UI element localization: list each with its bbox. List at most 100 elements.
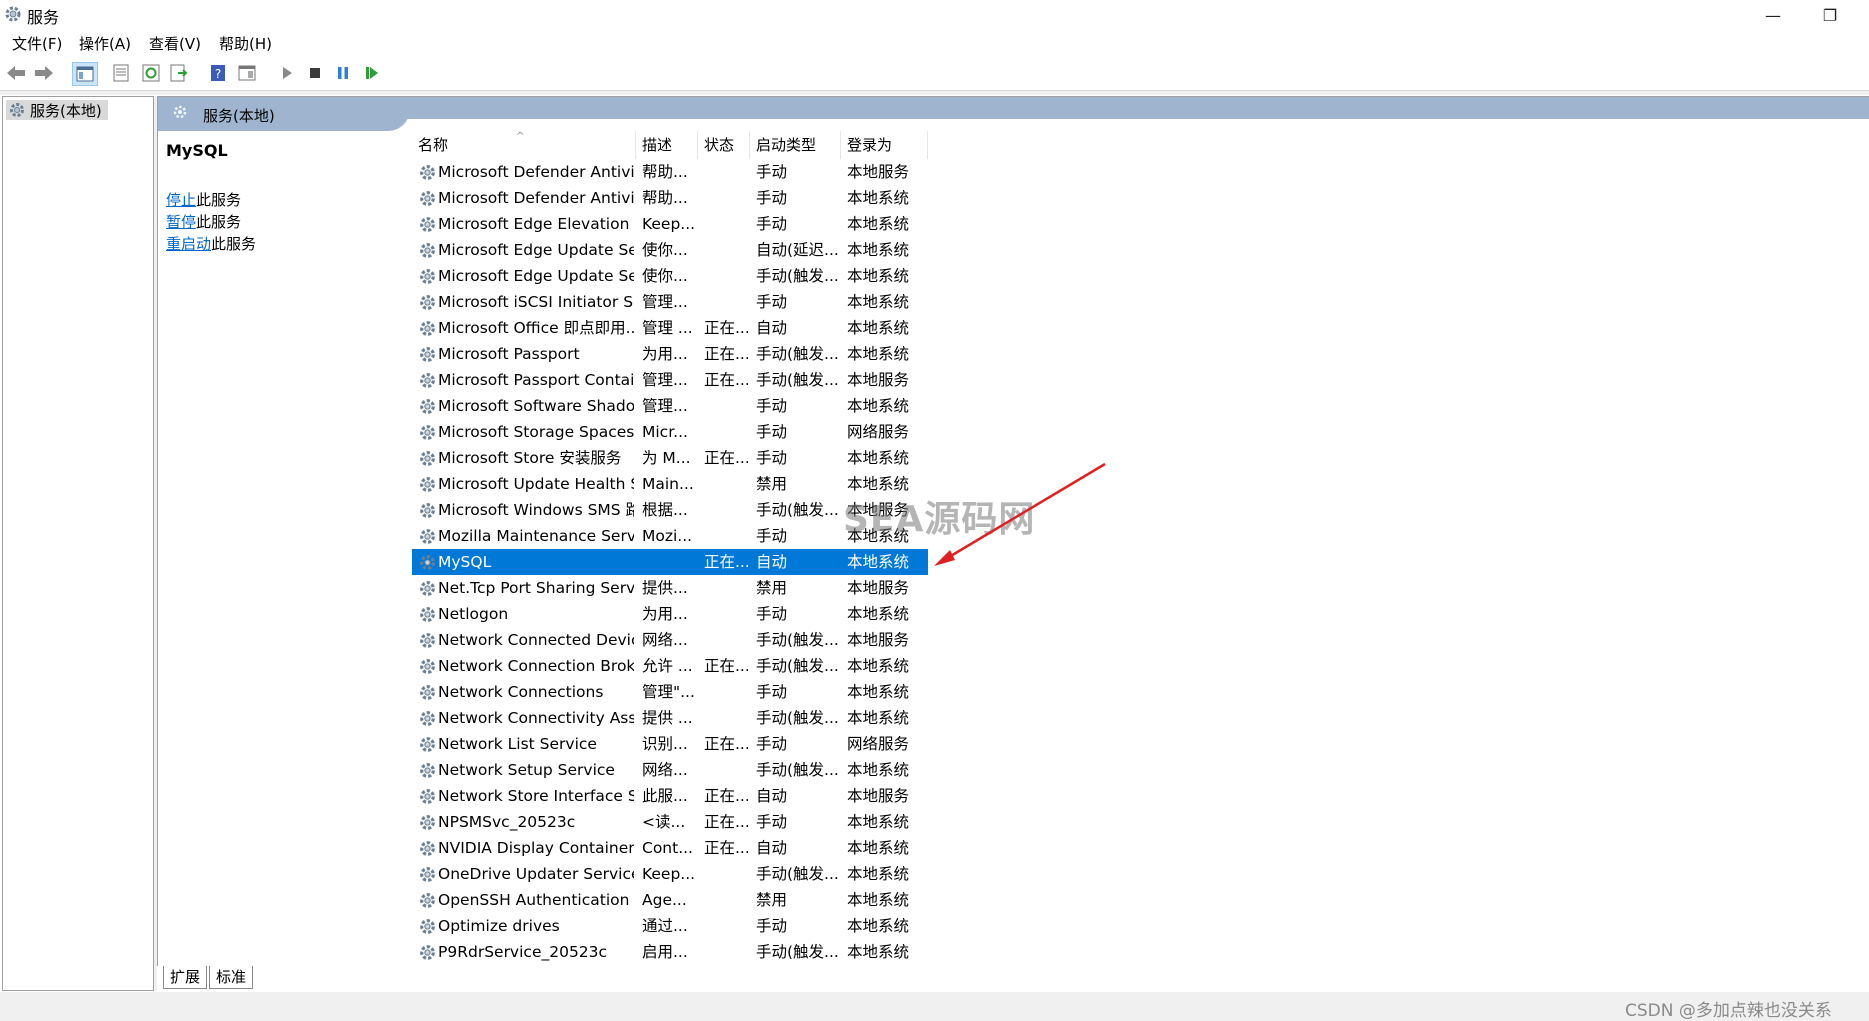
cell-name: OneDrive Updater Service [438, 865, 634, 883]
play-icon [283, 67, 292, 79]
cell-logon: 本地系统 [847, 657, 910, 675]
cell-name: Microsoft Passport Container [438, 371, 634, 389]
menu-action[interactable]: 操作(A) [79, 33, 131, 54]
column-header-description[interactable]: 描述 [636, 131, 698, 159]
cell-startup: 自动 [756, 787, 788, 805]
service-row[interactable]: Microsoft Defender Antivir... 帮助... 手动 本地系统 [412, 185, 928, 211]
minimize-button[interactable]: — [1750, 0, 1796, 30]
service-row[interactable]: Network Connectivity Assis... 提供 ... 手动(触发… [412, 705, 928, 731]
cell-name: NPSMSvc_20523c [438, 813, 576, 831]
column-header-logon-as[interactable]: 登录为 [841, 131, 928, 159]
service-row[interactable]: Optimize drives 通过... 手动 本地系统 [412, 913, 928, 939]
column-header-status[interactable]: 状态 [698, 131, 750, 159]
forward-button[interactable] [32, 62, 56, 84]
service-row[interactable]: OneDrive Updater Service Keep... 手动(触发... 本… [412, 861, 928, 887]
menu-view[interactable]: 查看(V) [149, 33, 201, 54]
service-row[interactable]: Microsoft Defender Antivir... 帮助... 手动 本地服务 [412, 159, 928, 185]
cell-startup: 自动 [756, 839, 788, 857]
service-row[interactable]: Net.Tcp Port Sharing Service 提供... 禁用 本地服务 [412, 575, 928, 601]
service-row[interactable]: Microsoft Storage Spaces S... Micr... 手动 网络… [412, 419, 928, 445]
service-row[interactable]: Microsoft Passport Container 管理... 正在... 手动… [412, 367, 928, 393]
cell-status [704, 211, 748, 237]
action-suffix: 此服务 [211, 235, 257, 253]
service-gear-icon [420, 633, 435, 648]
service-row[interactable]: Microsoft Passport 为用... 正在... 手动(触发... 本地系统 [412, 341, 928, 367]
cell-logon: 本地系统 [847, 397, 910, 415]
tab-extended[interactable]: 扩展 [163, 966, 208, 989]
menu-help[interactable]: 帮助(H) [219, 33, 272, 54]
service-row[interactable]: Microsoft iSCSI Initiator Ser... 管理... 手动 本… [412, 289, 928, 315]
cell-desc [642, 549, 696, 575]
cell-logon: 本地系统 [847, 293, 910, 311]
cell-logon: 本地系统 [847, 813, 910, 831]
tab-standard[interactable]: 标准 [209, 966, 254, 989]
service-gear-icon [420, 191, 435, 206]
service-row[interactable]: Network Connections 管理"... 手动 本地系统 [412, 679, 928, 705]
column-header-startup-type[interactable]: 启动类型 [750, 131, 841, 159]
export-list-button[interactable] [167, 62, 191, 84]
service-row[interactable]: Microsoft Office 即点即用... 管理 ... 正在... 自动 本地系… [412, 315, 928, 341]
service-row[interactable]: NVIDIA Display Container LS Cont... 正在... 自… [412, 835, 928, 861]
cell-logon: 本地系统 [847, 319, 910, 337]
service-row[interactable]: P9RdrService_20523c 启用... 手动(触发... 本地系统 [412, 939, 928, 963]
service-row[interactable]: Network Store Interface Se... 此服... 正在... 自… [412, 783, 928, 809]
service-row[interactable]: Microsoft Edge Elevation S... Keep... 手动 本地… [412, 211, 928, 237]
service-gear-icon [420, 165, 435, 180]
cell-logon: 本地系统 [847, 449, 910, 467]
service-row[interactable]: Network List Service 识别... 正在... 手动 网络服务 [412, 731, 928, 757]
cell-name: Network Connected Devic... [438, 631, 634, 649]
cell-startup: 手动 [756, 163, 788, 181]
cell-status [704, 393, 748, 419]
service-gear-icon [420, 399, 435, 414]
service-row[interactable]: MySQL 正在... 自动 本地系统 [412, 549, 928, 575]
services-list: 名称 ^ 描述 状态 启动类型 登录为 Microsoft Defender A… [412, 131, 1869, 963]
tree-node-services-local[interactable]: 服务(本地) [6, 100, 108, 120]
refresh-button[interactable] [139, 62, 163, 84]
service-row[interactable]: Network Connection Broker 允许 ... 正在... 手动(触… [412, 653, 928, 679]
cell-desc: 提供 ... [642, 709, 693, 727]
service-row[interactable]: Netlogon 为用... 手动 本地系统 [412, 601, 928, 627]
pause-service-link[interactable]: 暂停 [166, 213, 196, 231]
cell-startup: 手动(触发... [756, 501, 839, 519]
service-gear-icon [420, 711, 435, 726]
service-row[interactable]: Network Connected Devic... 网络... 手动(触发... 本… [412, 627, 928, 653]
help-button[interactable]: ? [206, 62, 230, 84]
service-row[interactable]: NPSMSvc_20523c <读... 正在... 手动 本地系统 [412, 809, 928, 835]
restore-button[interactable]: ❐ [1807, 0, 1853, 30]
cell-startup: 手动(触发... [756, 657, 839, 675]
cell-startup: 手动(触发... [756, 943, 839, 961]
properties-button[interactable] [109, 62, 133, 84]
service-gear-icon [420, 789, 435, 804]
column-header-name[interactable]: 名称 ^ [412, 131, 636, 159]
cell-desc: Mozi... [642, 527, 693, 545]
properties-icon [113, 64, 129, 82]
cell-desc: 管理... [642, 397, 688, 415]
service-row[interactable]: Microsoft Software Shado... 管理... 手动 本地系统 [412, 393, 928, 419]
service-row[interactable]: Microsoft Edge Update Ser... 使你... 手动(触发..… [412, 263, 928, 289]
view-tabs: 扩展 标准 [157, 966, 1869, 991]
service-row[interactable]: Microsoft Store 安装服务 为 M... 正在... 手动 本地系统 [412, 445, 928, 471]
show-hide-console-tree-button[interactable] [72, 62, 98, 86]
cell-desc: 为用... [642, 345, 688, 363]
cell-status [704, 757, 748, 783]
cell-startup: 手动 [756, 683, 788, 701]
service-row[interactable]: OpenSSH Authentication ... Age... 禁用 本地系统 [412, 887, 928, 913]
cell-startup: 手动(触发... [756, 709, 839, 727]
cell-desc: 管理"... [642, 683, 695, 701]
back-button[interactable] [4, 62, 28, 84]
show-action-pane-button[interactable] [235, 62, 259, 84]
stop-service-button[interactable] [303, 62, 327, 84]
pause-service-button[interactable] [331, 62, 355, 84]
stop-service-link[interactable]: 停止 [166, 191, 196, 209]
window-title: 服务 [27, 8, 60, 27]
restart-service-link[interactable]: 重启动 [166, 235, 211, 253]
services-gear-icon [5, 6, 21, 22]
service-row[interactable]: Network Setup Service 网络... 手动(触发... 本地系统 [412, 757, 928, 783]
menu-file[interactable]: 文件(F) [12, 33, 62, 54]
cell-status [704, 419, 748, 445]
cell-startup: 手动 [756, 917, 788, 935]
cell-desc: 帮助... [642, 163, 688, 181]
start-service-button[interactable] [275, 62, 299, 84]
restart-service-button[interactable] [360, 62, 384, 84]
service-row[interactable]: Microsoft Edge Update Ser... 使你... 自动(延迟..… [412, 237, 928, 263]
